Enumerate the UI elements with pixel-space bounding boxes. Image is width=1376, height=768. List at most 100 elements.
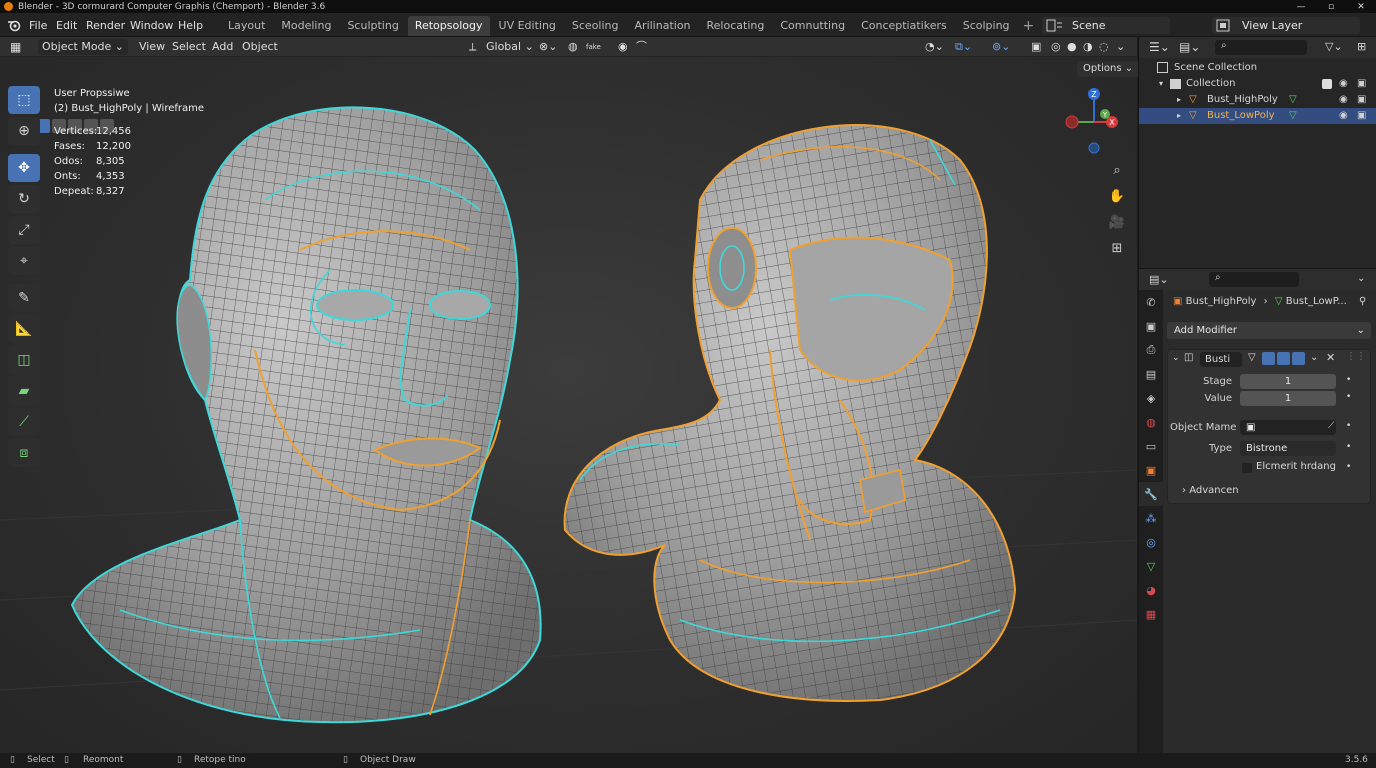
xray-icon[interactable]: ▣ [1031, 37, 1041, 57]
blender-menu-icon[interactable] [7, 18, 21, 32]
value-field[interactable]: 1 [1240, 391, 1336, 406]
properties-search-input[interactable]: ⌕ [1209, 272, 1299, 287]
proportional-edit-icon[interactable]: ◉ [618, 37, 628, 57]
collapse-chevron-icon[interactable]: ⌄ [1172, 353, 1180, 363]
advanced-subpanel[interactable]: › Advancen [1182, 485, 1239, 496]
shading-rendered-icon[interactable]: ◌ [1099, 37, 1109, 57]
tab-comnutting[interactable]: Comnutting [773, 16, 852, 36]
tab-uv-editing[interactable]: UV Editing [492, 16, 563, 36]
pivot-icon[interactable]: ⊗⌄ [539, 37, 557, 57]
view-layer-tab-icon[interactable]: ▤ [1139, 362, 1163, 386]
tab-sceoling[interactable]: Sceoling [565, 16, 626, 36]
outliner-row-collection[interactable]: ▾ Collection ◉ ▣ [1139, 76, 1376, 92]
eyedropper-icon[interactable]: ⟋ [1328, 421, 1334, 431]
scale-tool-icon[interactable]: ⤢ [8, 216, 40, 244]
visibility-icon[interactable]: ◔⌄ [925, 37, 944, 57]
camera-icon[interactable]: ▣ [1357, 92, 1366, 108]
modifier-menu-icon[interactable]: ⌄ [1310, 352, 1318, 363]
tab-relocating[interactable]: Relocating [700, 16, 772, 36]
outliner-row-bust-lowpoly[interactable]: ▸ ▽ Bust_LowPoly ▽ ◉ ▣ [1139, 108, 1376, 124]
editor-type-icon[interactable]: ▦ [10, 37, 21, 57]
type-dropdown[interactable]: Bistrone [1240, 441, 1336, 456]
tab-retopology[interactable]: Retopsology [407, 16, 490, 36]
tab-layout[interactable]: Layout [221, 16, 272, 36]
modifier-tab-icon[interactable]: 🔧 [1139, 482, 1163, 506]
bust-lowpoly-mesh[interactable] [563, 124, 1017, 702]
stage-field[interactable]: 1 [1240, 374, 1336, 389]
expand-chevron-icon[interactable]: ▸ [1177, 92, 1181, 108]
navigation-gizmo[interactable]: Z X Y [1062, 84, 1126, 160]
eye-icon[interactable]: ◉ [1339, 76, 1348, 92]
select-box-tool-icon[interactable]: ⬚ [8, 86, 40, 114]
particles-tab-icon[interactable]: ⁂ [1139, 506, 1163, 530]
outliner-row-scene-collection[interactable]: Scene Collection [1139, 60, 1376, 76]
material-tab-icon[interactable]: ◕ [1139, 578, 1163, 602]
remove-modifier-icon[interactable]: ✕ [1326, 351, 1335, 364]
shading-material-icon[interactable]: ◑ [1083, 37, 1093, 57]
tab-conceptiatikers[interactable]: Conceptiatikers [854, 16, 954, 36]
realtime-toggle-icon[interactable] [1277, 352, 1290, 365]
tool-tab-icon[interactable]: ✆ [1139, 290, 1163, 314]
modifier-name-field[interactable]: Busti [1200, 352, 1242, 367]
menu-render[interactable]: Render [86, 13, 125, 37]
physics-tab-icon[interactable]: ◎ [1139, 530, 1163, 554]
viewport-menu-add[interactable]: Add [212, 37, 233, 57]
keyframe-dot-icon[interactable]: • [1346, 442, 1351, 452]
viewport-menu-view[interactable]: View [139, 37, 165, 57]
keyframe-dot-icon[interactable]: • [1346, 462, 1351, 472]
shading-options-icon[interactable]: ⌄ [1116, 37, 1125, 57]
properties-options-icon[interactable]: ⌄ [1357, 273, 1365, 284]
poly-build-tool-icon[interactable]: ⧈ [8, 439, 40, 467]
measure-tool-icon[interactable]: 📐 [8, 315, 40, 343]
display-mode-icon[interactable]: ▤⌄ [1179, 40, 1200, 54]
add-workspace-button[interactable]: + [1019, 16, 1039, 36]
new-collection-icon[interactable]: ⊞ [1357, 40, 1366, 53]
outliner-row-bust-highpoly[interactable]: ▸ ▽ Bust_HighPoly ▽ ◉ ▣ [1139, 92, 1376, 108]
gizmo-neg-x-axis[interactable] [1065, 115, 1079, 129]
snap-icon[interactable]: ◍ [568, 37, 578, 57]
orthographic-grid-icon[interactable]: ⊞ [1107, 238, 1127, 258]
view-layer-selector[interactable]: View Layer [1212, 17, 1360, 34]
keyframe-dot-icon[interactable]: • [1346, 392, 1351, 402]
move-tool-icon[interactable]: ✥ [8, 154, 40, 182]
maximize-button[interactable]: ▫ [1316, 0, 1346, 13]
add-cube-tool-icon[interactable]: ◫ [8, 346, 40, 374]
add-modifier-dropdown[interactable]: Add Modifier ⌄ [1167, 322, 1371, 339]
object-picker-field[interactable]: ▣ [1240, 420, 1336, 435]
falloff-icon[interactable]: ⌒ [636, 37, 647, 57]
tab-sculpting[interactable]: Sculpting [340, 16, 405, 36]
close-window-button[interactable]: ✕ [1346, 0, 1376, 13]
zoom-icon[interactable]: ⌕ [1107, 160, 1127, 180]
outliner-editor-icon[interactable]: ☰⌄ [1149, 40, 1170, 54]
tab-arilination[interactable]: Arilination [628, 16, 698, 36]
output-tab-icon[interactable]: ⎙ [1139, 338, 1163, 362]
knife-tool-icon[interactable]: ⟋ [8, 408, 40, 436]
keyframe-dot-icon[interactable]: • [1346, 421, 1351, 431]
eye-icon[interactable]: ◉ [1339, 92, 1348, 108]
viewport-menu-select[interactable]: Select [172, 37, 206, 57]
overlay-toggle-icon[interactable]: ⊚⌄ [992, 37, 1010, 57]
eye-icon[interactable]: ◉ [1339, 108, 1348, 124]
tab-scolping[interactable]: Scolping [956, 16, 1017, 36]
pin-icon[interactable]: ⚲ [1359, 296, 1366, 307]
render-tab-icon[interactable]: ▣ [1139, 314, 1163, 338]
tab-modeling[interactable]: Modeling [274, 16, 338, 36]
render-toggle-icon[interactable] [1292, 352, 1305, 365]
cage-toggle-icon[interactable] [1262, 352, 1275, 365]
transform-tool-icon[interactable]: ⌖ [8, 247, 40, 275]
shading-wireframe-icon[interactable]: ◎ [1051, 37, 1061, 57]
viewport-menu-object[interactable]: Object [242, 37, 278, 57]
rotate-tool-icon[interactable]: ↻ [8, 185, 40, 213]
texture-tab-icon[interactable]: ▦ [1139, 602, 1163, 626]
checkbox-icon[interactable] [1322, 79, 1332, 89]
camera-icon[interactable]: ▣ [1357, 108, 1366, 124]
options-dropdown[interactable]: Options ⌄ [1077, 61, 1140, 77]
object-tab-icon[interactable]: ▣ [1139, 458, 1163, 482]
outliner-search-input[interactable]: ⌕ [1215, 40, 1307, 55]
annotate-tool-icon[interactable]: ✎ [8, 284, 40, 312]
orientation-dropdown[interactable]: Global ⌄ [486, 37, 534, 57]
bust-highpoly-mesh[interactable] [70, 106, 542, 724]
camera-view-icon[interactable]: 🎥 [1107, 212, 1127, 232]
cursor-tool-icon[interactable]: ⊕ [8, 117, 40, 145]
expand-chevron-icon[interactable]: ▾ [1159, 76, 1163, 92]
